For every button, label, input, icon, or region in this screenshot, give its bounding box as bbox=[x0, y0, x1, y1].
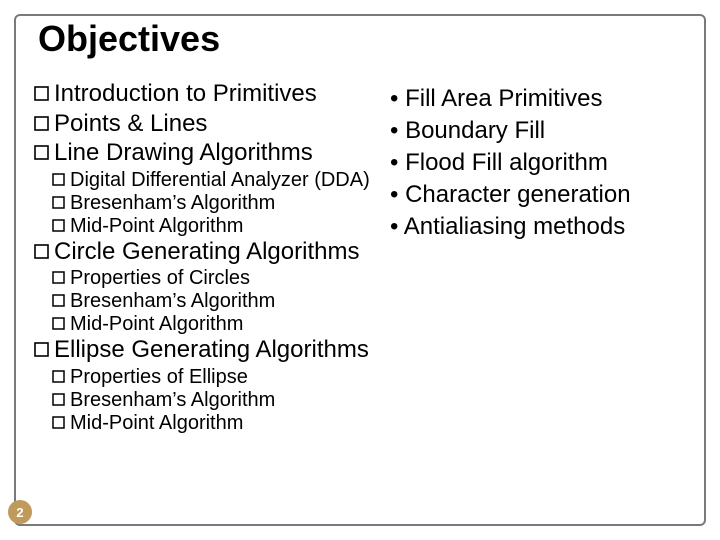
page-number-badge: 2 bbox=[8, 500, 32, 524]
bullet-item: • Antialiasing methods bbox=[390, 212, 710, 242]
sub-bullet-item: Bresenham’s Algorithm bbox=[52, 290, 394, 313]
bullet-text: Bresenham’s Algorithm bbox=[70, 192, 275, 214]
checkbox-icon bbox=[34, 86, 49, 101]
bullet-item: Circle Generating Algorithms bbox=[34, 238, 394, 266]
bullet-item: Ellipse Generating Algorithms bbox=[34, 336, 394, 364]
bullet-item: • Flood Fill algorithm bbox=[390, 148, 710, 178]
checkbox-icon bbox=[52, 173, 65, 186]
bullet-item: • Fill Area Primitives bbox=[390, 84, 710, 114]
bullet-text: Circle Generating Algorithms bbox=[54, 238, 359, 265]
bullet-text: Mid-Point Algorithm bbox=[70, 412, 243, 434]
sub-bullet-item: Mid-Point Algorithm bbox=[52, 313, 394, 336]
checkbox-icon bbox=[34, 244, 49, 259]
sub-bullet-item: Bresenham’s Algorithm bbox=[52, 192, 394, 215]
checkbox-icon bbox=[52, 370, 65, 383]
bullet-text: Mid-Point Algorithm bbox=[70, 215, 243, 237]
bullet-text: Points & Lines bbox=[54, 110, 207, 137]
bullet-text: Mid-Point Algorithm bbox=[70, 313, 243, 335]
bullet-item: Line Drawing Algorithms bbox=[34, 139, 394, 167]
sub-bullet-item: Bresenham’s Algorithm bbox=[52, 389, 394, 412]
bullet-text: Bresenham’s Algorithm bbox=[70, 290, 275, 312]
checkbox-icon bbox=[52, 271, 65, 284]
bullet-text: Ellipse Generating Algorithms bbox=[54, 336, 369, 363]
bullet-text: Properties of Circles bbox=[70, 267, 250, 289]
left-column: Introduction to Primitives Points & Line… bbox=[34, 80, 394, 435]
checkbox-icon bbox=[52, 416, 65, 429]
checkbox-icon bbox=[52, 393, 65, 406]
sub-bullet-item: Properties of Circles bbox=[52, 267, 394, 290]
sub-bullet-item: Properties of Ellipse bbox=[52, 366, 394, 389]
slide: Objectives Introduction to Primitives Po… bbox=[0, 0, 720, 540]
checkbox-icon bbox=[52, 294, 65, 307]
right-column: • Fill Area Primitives • Boundary Fill •… bbox=[390, 84, 710, 244]
slide-title: Objectives bbox=[38, 18, 220, 60]
checkbox-icon bbox=[34, 342, 49, 357]
bullet-text: Line Drawing Algorithms bbox=[54, 139, 313, 166]
checkbox-icon bbox=[34, 116, 49, 131]
bullet-text: Properties of Ellipse bbox=[70, 366, 248, 388]
sub-bullet-item: Digital Differential Analyzer (DDA) bbox=[52, 169, 394, 192]
checkbox-icon bbox=[52, 196, 65, 209]
sub-bullet-item: Mid-Point Algorithm bbox=[52, 412, 394, 435]
checkbox-icon bbox=[52, 219, 65, 232]
bullet-text: Bresenham’s Algorithm bbox=[70, 389, 275, 411]
checkbox-icon bbox=[52, 317, 65, 330]
bullet-text: Digital Differential Analyzer (DDA) bbox=[70, 169, 370, 191]
bullet-item: Points & Lines bbox=[34, 110, 394, 138]
bullet-item: • Character generation bbox=[390, 180, 710, 210]
bullet-item: Introduction to Primitives bbox=[34, 80, 394, 108]
bullet-item: • Boundary Fill bbox=[390, 116, 710, 146]
checkbox-icon bbox=[34, 145, 49, 160]
sub-bullet-item: Mid-Point Algorithm bbox=[52, 215, 394, 238]
bullet-text: Introduction to Primitives bbox=[54, 80, 317, 107]
